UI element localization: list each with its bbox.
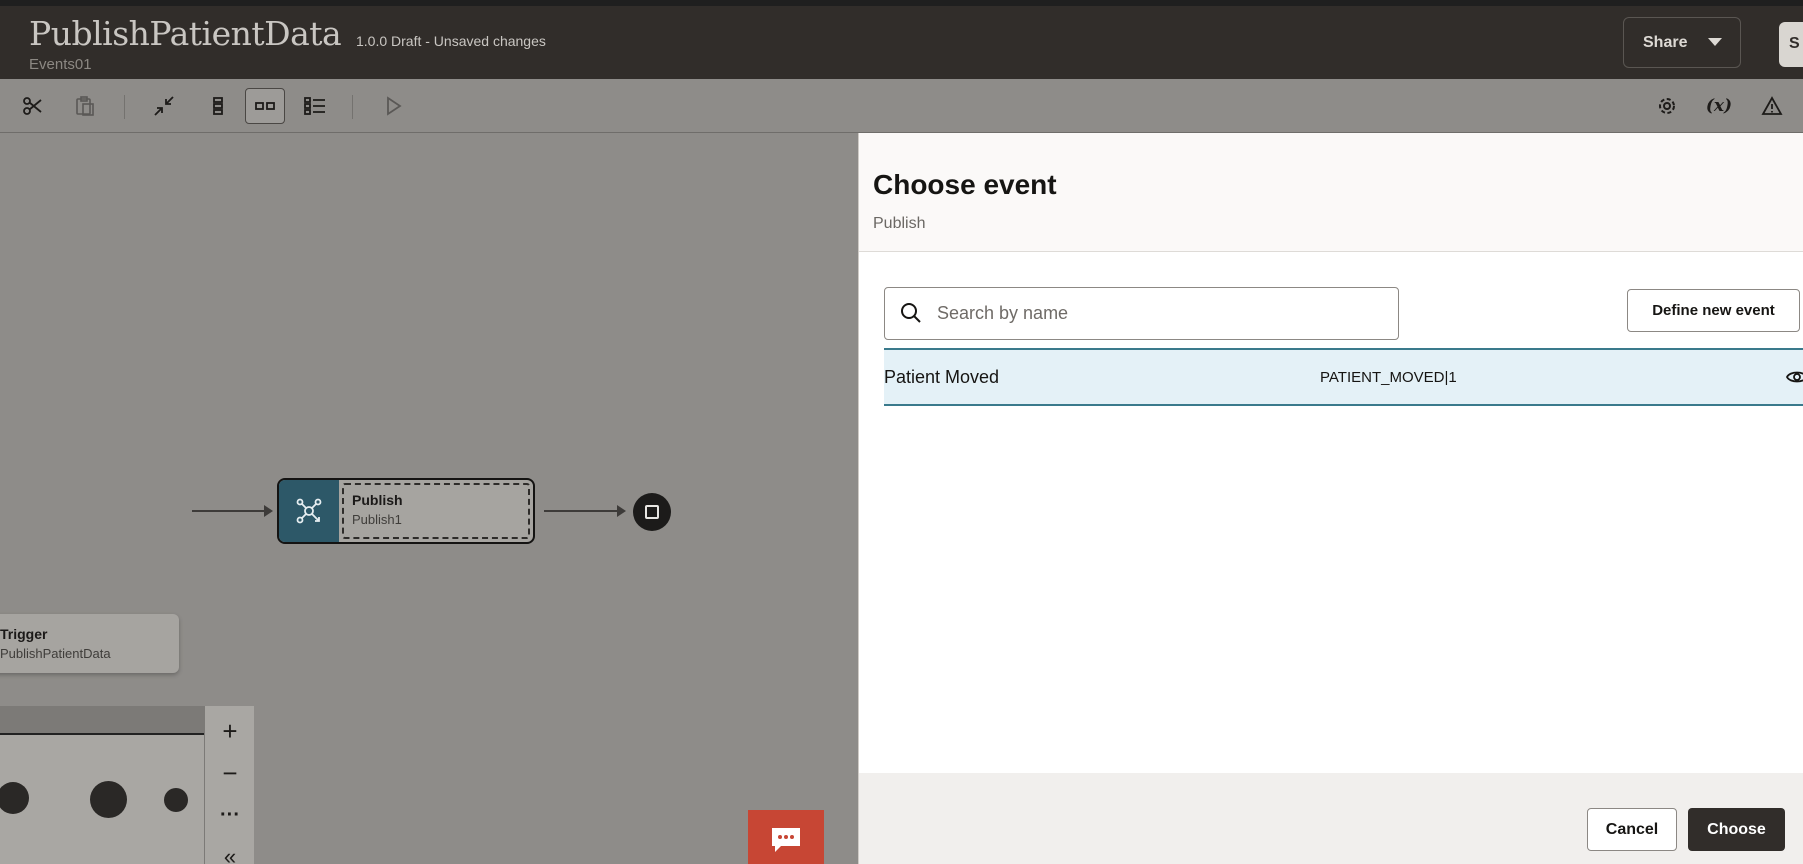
settings-icon[interactable]	[1647, 88, 1687, 124]
connector-arrow	[544, 510, 621, 512]
paste-icon[interactable]	[65, 88, 105, 124]
trigger-node-subtitle: PublishPatientData	[0, 646, 111, 661]
event-name: Patient Moved	[884, 367, 1000, 387]
integration-subtitle: Events01	[29, 56, 92, 73]
arrow-head-icon	[264, 505, 273, 517]
publish-icon	[279, 480, 339, 542]
event-id: PATIENT_MOVED|1	[1320, 369, 1457, 386]
collapse-minimap-button[interactable]: «	[205, 836, 255, 864]
toolbar-divider	[352, 95, 353, 119]
event-row[interactable]: Patient Moved PATIENT_MOVED|1	[884, 348, 1803, 406]
collapse-icon[interactable]	[144, 88, 184, 124]
minimap-node	[164, 788, 188, 812]
integration-title: PublishPatientData	[29, 14, 342, 53]
stop-icon	[645, 505, 659, 519]
drawer-subtitle: Publish	[873, 215, 926, 232]
variables-icon[interactable]: (x)	[1699, 88, 1739, 124]
trigger-node-title: Trigger	[0, 626, 48, 642]
drawer-footer: Cancel Choose	[859, 773, 1803, 864]
share-button[interactable]: Share	[1623, 17, 1741, 68]
zoom-in-button[interactable]: +	[205, 710, 255, 752]
connector-arrow	[192, 510, 268, 512]
save-button[interactable]: S	[1779, 22, 1803, 67]
search-input[interactable]	[937, 289, 1387, 338]
minimap-node	[90, 781, 127, 818]
search-box[interactable]	[884, 287, 1399, 340]
version-status: 1.0.0 Draft - Unsaved changes	[356, 33, 546, 49]
list-layout-icon[interactable]	[295, 88, 335, 124]
toolbar-divider	[124, 95, 125, 119]
drawer-header: Choose event Publish	[859, 133, 1803, 252]
warning-icon[interactable]	[1752, 88, 1792, 124]
publish-node[interactable]: Publish Publish1	[277, 478, 535, 544]
canvas-toolbar: (x)	[0, 79, 1803, 133]
end-node[interactable]	[633, 493, 671, 531]
eye-icon[interactable]	[1785, 368, 1803, 391]
cancel-button[interactable]: Cancel	[1587, 808, 1677, 851]
vertical-layout-icon[interactable]	[198, 88, 238, 124]
choose-event-drawer: Choose event Publish Define new event Pa…	[858, 133, 1803, 864]
minimap-divider	[0, 733, 205, 735]
define-new-event-button[interactable]: Define new event	[1627, 289, 1800, 332]
horizontal-layout-icon[interactable]	[245, 88, 285, 124]
search-icon	[899, 301, 923, 330]
share-label: Share	[1643, 33, 1688, 51]
caret-down-icon	[1708, 38, 1722, 46]
run-icon[interactable]	[373, 88, 413, 124]
zoom-controls: + − ··· «	[204, 706, 254, 864]
arrow-head-icon	[617, 505, 626, 517]
app-header: PublishPatientData Events01 1.0.0 Draft …	[0, 6, 1803, 79]
drawer-title: Choose event	[873, 169, 1057, 200]
zoom-out-button[interactable]: −	[205, 752, 255, 794]
more-options-button[interactable]: ···	[205, 794, 255, 836]
scissors-icon[interactable]	[13, 88, 53, 124]
chat-button[interactable]	[748, 810, 824, 864]
publish-node-title: Publish	[352, 492, 403, 508]
trigger-node[interactable]: Trigger PublishPatientData	[0, 614, 179, 673]
publish-node-subtitle: Publish1	[352, 512, 402, 527]
choose-button[interactable]: Choose	[1688, 808, 1785, 851]
chat-icon	[772, 828, 800, 852]
